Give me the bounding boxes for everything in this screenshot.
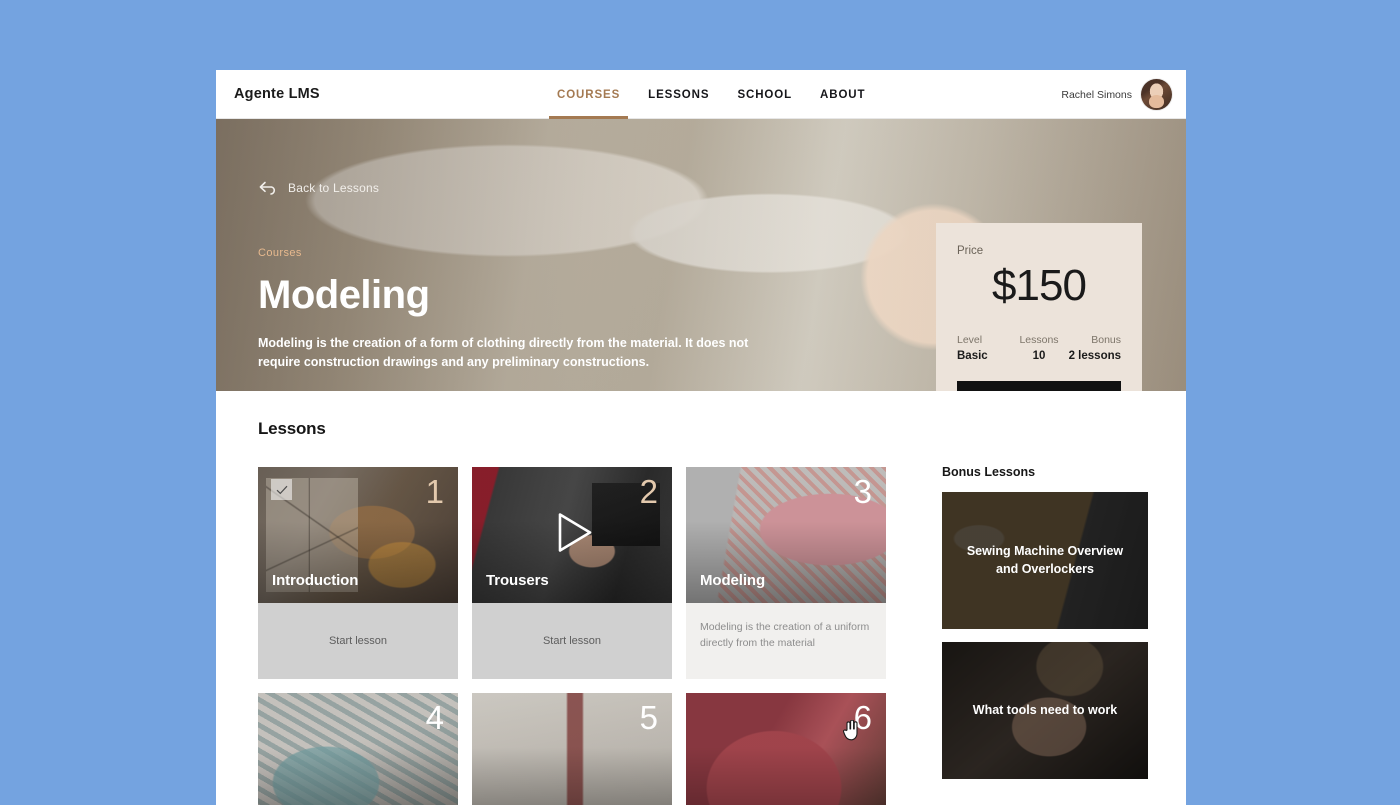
content-columns: Lessons 1 Introduction Start lesson 2 Tr…: [258, 419, 1148, 805]
nav-item-courses[interactable]: COURSES: [548, 70, 629, 119]
stat-lessons-key: Lessons: [1019, 333, 1059, 346]
bonus-card-2-label: What tools need to work: [972, 702, 1118, 717]
page-title: Modeling: [258, 273, 430, 317]
stat-level: Level Basic: [957, 334, 1012, 362]
lesson-card-2[interactable]: 2 Trousers Start lesson: [472, 467, 672, 679]
browser-window: Agente LMS COURSES LESSONS SCHOOL ABOUT …: [216, 70, 1186, 805]
lesson-card-2-title: Trousers: [486, 572, 549, 589]
price-label: Price: [957, 245, 984, 257]
price-value: $150: [992, 261, 1087, 310]
completed-check-icon: [271, 479, 292, 500]
section-title-lessons: Lessons: [258, 419, 326, 438]
bonus-card-1-label: Sewing Machine Overview and Overlockers: [966, 543, 1124, 576]
nav-item-about[interactable]: ABOUT: [820, 70, 865, 119]
breadcrumb[interactable]: Courses: [258, 247, 778, 259]
nav-item-school[interactable]: SCHOOL: [737, 70, 792, 119]
hero-banner: Back to Lessons Courses Modeling Modelin…: [216, 119, 1186, 391]
lesson-card-4-image: 4: [258, 693, 458, 805]
lesson-card-5[interactable]: 5: [472, 693, 672, 805]
hero-text-block: Courses Modeling Modeling is the creatio…: [258, 247, 778, 372]
stat-level-key: Level: [957, 333, 983, 346]
page-subtitle: Modeling is the creation of a form of cl…: [258, 336, 749, 369]
stat-bonus-key: Bonus: [1091, 333, 1122, 346]
back-arrow-icon: [259, 181, 276, 195]
lesson-card-1[interactable]: 1 Introduction Start lesson: [258, 467, 458, 679]
lesson-card-3-number: 3: [853, 473, 872, 510]
lesson-card-3-title: Modeling: [700, 572, 766, 589]
lesson-card-1-number: 1: [425, 473, 444, 510]
play-glyph: [558, 513, 592, 552]
check-glyph: [276, 485, 287, 494]
lesson-card-1-title: Introduction: [272, 572, 359, 589]
bonus-card-2[interactable]: What tools need to work: [942, 642, 1148, 779]
lessons-grid: 1 Introduction Start lesson 2 Trousers S…: [258, 467, 886, 805]
pointer-hand-icon: [843, 719, 858, 741]
lesson-card-2-image: 2 Trousers: [472, 467, 672, 603]
lesson-card-5-image: 5: [472, 693, 672, 805]
buy-course-button[interactable]: Buy a course: [957, 380, 1121, 391]
lesson-card-4-number: 4: [425, 699, 444, 736]
stat-bonus: Bonus 2 lessons: [1066, 334, 1121, 362]
back-link-label: Back to Lessons: [288, 180, 380, 195]
start-lesson-label: Start lesson: [328, 635, 388, 647]
site-header: Agente LMS COURSES LESSONS SCHOOL ABOUT …: [216, 70, 1186, 119]
stat-lessons-value: 10: [1032, 349, 1046, 362]
back-to-lessons-link[interactable]: Back to Lessons: [258, 179, 379, 196]
mouse-cursor: [842, 719, 859, 746]
stat-lessons: Lessons 10: [1012, 334, 1067, 362]
lesson-card-6-image: 6: [686, 693, 886, 805]
main-content: Lessons 1 Introduction Start lesson 2 Tr…: [216, 419, 1186, 805]
bonus-column: Bonus Lessons Sewing Machine Overview an…: [942, 419, 1148, 805]
user-menu[interactable]: Rachel Simons: [1061, 70, 1172, 119]
course-stats: Level Basic Lessons 10 Bonus 2 lessons: [957, 334, 1121, 362]
lesson-card-3[interactable]: 3 Modeling Modeling is the creation of a…: [686, 467, 886, 679]
bonus-card-1[interactable]: Sewing Machine Overview and Overlockers: [942, 492, 1148, 629]
bonus-lessons-title: Bonus Lessons: [942, 465, 1036, 479]
stat-level-value: Basic: [957, 349, 988, 362]
brand-logo[interactable]: Agente LMS: [234, 86, 320, 102]
user-name: Rachel Simons: [1061, 88, 1132, 101]
lessons-column: Lessons 1 Introduction Start lesson 2 Tr…: [258, 419, 886, 805]
lesson-card-1-footer[interactable]: Start lesson: [258, 603, 458, 679]
lesson-card-6[interactable]: 6: [686, 693, 886, 805]
lesson-card-1-image: 1 Introduction: [258, 467, 458, 603]
main-nav: COURSES LESSONS SCHOOL ABOUT: [548, 70, 865, 119]
lesson-card-2-footer[interactable]: Start lesson: [472, 603, 672, 679]
nav-item-lessons[interactable]: LESSONS: [648, 70, 709, 119]
lesson-card-3-footer[interactable]: Modeling is the creation of a uniform di…: [686, 603, 886, 679]
price-card: Price $150 Level Basic Lessons 10 Bonus …: [936, 223, 1142, 391]
play-button-icon[interactable]: [547, 508, 597, 563]
stat-bonus-value: 2 lessons: [1068, 349, 1122, 362]
lesson-card-3-image: 3 Modeling: [686, 467, 886, 603]
avatar[interactable]: [1141, 79, 1172, 110]
start-lesson-label: Start lesson: [542, 635, 602, 647]
lesson-card-5-number: 5: [639, 699, 658, 736]
lesson-description: Modeling is the creation of a uniform di…: [700, 621, 870, 650]
lesson-card-2-number: 2: [639, 473, 658, 510]
lesson-card-4[interactable]: 4: [258, 693, 458, 805]
